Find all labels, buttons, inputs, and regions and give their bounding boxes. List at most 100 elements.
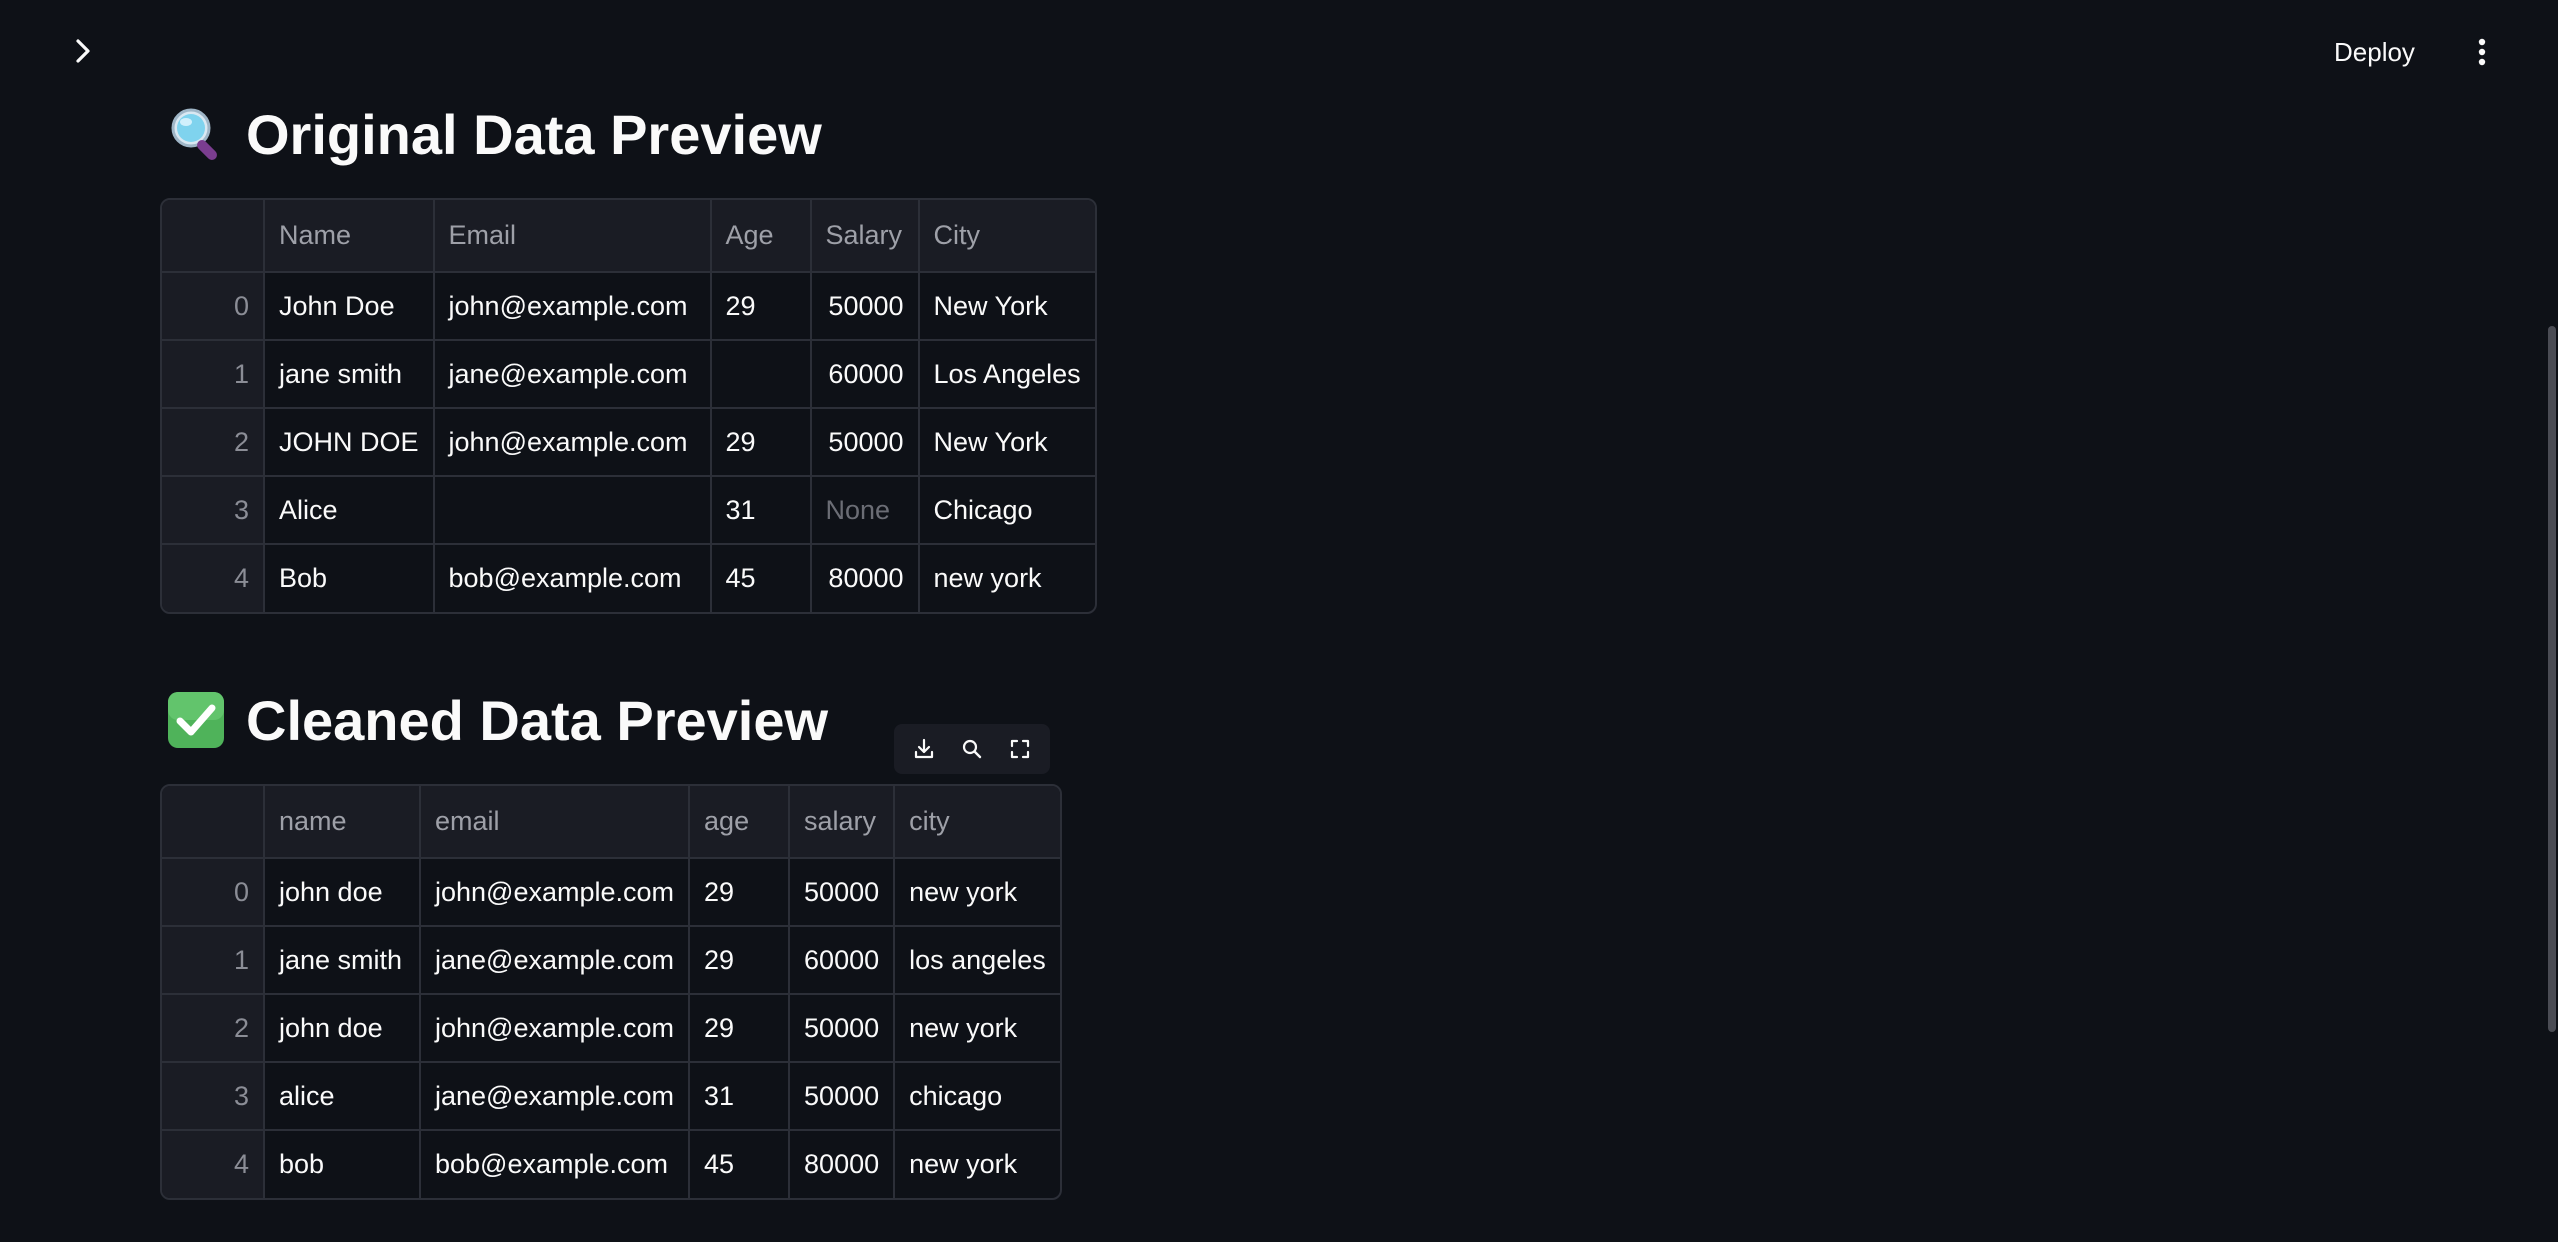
- cleaned-dataframe[interactable]: name email age salary city 0 john doe jo…: [160, 784, 1062, 1200]
- table-row[interactable]: 0 John Doe john@example.com 29 50000 New…: [162, 272, 1095, 341]
- cell-email[interactable]: jane@example.com: [433, 340, 712, 409]
- cell-city[interactable]: new york: [919, 544, 1095, 612]
- cell-city[interactable]: new york: [894, 858, 1060, 927]
- column-header-index[interactable]: [162, 200, 265, 273]
- table-row[interactable]: 4 Bob bob@example.com 45 80000 new york: [162, 544, 1095, 612]
- column-header-salary[interactable]: salary: [789, 786, 896, 859]
- row-index: 2: [162, 994, 265, 1063]
- row-index: 2: [162, 408, 265, 477]
- cell-age[interactable]: 31: [710, 476, 812, 545]
- cell-name[interactable]: alice: [264, 1062, 421, 1131]
- cleaned-table: name email age salary city 0 john doe jo…: [162, 786, 1060, 1198]
- download-icon: [914, 738, 934, 759]
- table-row[interactable]: 3 alice jane@example.com 31 50000 chicag…: [162, 1062, 1060, 1131]
- cell-email[interactable]: john@example.com: [433, 408, 712, 477]
- main-menu-button[interactable]: [2464, 32, 2500, 72]
- cleaned-data-title: Cleaned Data Preview: [246, 688, 829, 752]
- cell-city[interactable]: new york: [894, 994, 1060, 1063]
- table-header-row: name email age salary city: [162, 786, 1060, 859]
- table-row[interactable]: 1 jane smith jane@example.com 29 60000 l…: [162, 926, 1060, 995]
- cell-city[interactable]: Los Angeles: [918, 340, 1095, 409]
- cell-email[interactable]: john@example.com: [420, 858, 691, 927]
- page-scrollbar[interactable]: [2548, 326, 2556, 1032]
- cell-city[interactable]: Chicago: [918, 476, 1095, 545]
- fullscreen-button[interactable]: [1003, 732, 1037, 766]
- row-index: 3: [162, 476, 265, 545]
- cell-salary[interactable]: 80000: [789, 1130, 896, 1198]
- cell-email[interactable]: bob@example.com: [433, 544, 712, 612]
- chevron-right-icon: [76, 39, 90, 63]
- cell-age[interactable]: 29: [710, 408, 812, 477]
- column-header-age[interactable]: age: [689, 786, 791, 859]
- cell-email[interactable]: [433, 476, 712, 545]
- column-header-email[interactable]: Email: [433, 200, 712, 273]
- download-button[interactable]: [907, 732, 941, 766]
- cell-age[interactable]: 29: [689, 858, 791, 927]
- cell-name[interactable]: bob: [264, 1130, 421, 1198]
- cell-name[interactable]: Alice: [264, 476, 435, 545]
- table-row[interactable]: 2 JOHN DOE john@example.com 29 50000 New…: [162, 408, 1095, 477]
- table-row[interactable]: 1 jane smith jane@example.com 60000 Los …: [162, 340, 1095, 409]
- cell-email[interactable]: jane@example.com: [420, 1062, 691, 1131]
- search-button[interactable]: [955, 732, 989, 766]
- cell-city[interactable]: chicago: [894, 1062, 1060, 1131]
- cell-salary[interactable]: 50000: [789, 994, 896, 1063]
- cell-salary[interactable]: 60000: [789, 926, 896, 995]
- cell-email[interactable]: john@example.com: [420, 994, 691, 1063]
- table-row[interactable]: 2 john doe john@example.com 29 50000 new…: [162, 994, 1060, 1063]
- search-icon: [962, 739, 982, 759]
- check-mark-icon: [168, 692, 224, 748]
- cell-salary[interactable]: 60000: [810, 340, 920, 409]
- cell-city[interactable]: New York: [918, 408, 1095, 477]
- cell-name[interactable]: jane smith: [264, 340, 435, 409]
- cell-age[interactable]: 29: [710, 272, 812, 341]
- magnifier-icon: [171, 108, 217, 160]
- column-header-index[interactable]: [162, 786, 265, 859]
- cell-age[interactable]: 31: [689, 1062, 791, 1131]
- row-index: 4: [162, 544, 265, 612]
- column-header-city[interactable]: city: [894, 786, 1060, 859]
- expand-sidebar-button[interactable]: [66, 34, 100, 68]
- original-data-heading: Original Data Preview: [166, 100, 822, 168]
- cleaned-data-heading: Cleaned Data Preview: [166, 686, 828, 754]
- row-index: 1: [162, 926, 265, 995]
- cell-name[interactable]: John Doe: [264, 272, 435, 341]
- cell-salary[interactable]: 50000: [789, 858, 896, 927]
- cell-name[interactable]: john doe: [264, 994, 421, 1063]
- column-header-email[interactable]: email: [420, 786, 691, 859]
- column-header-name[interactable]: Name: [264, 200, 435, 273]
- cell-salary[interactable]: None: [810, 476, 920, 545]
- cell-email[interactable]: bob@example.com: [420, 1130, 691, 1198]
- cell-city[interactable]: New York: [918, 272, 1095, 341]
- column-header-salary[interactable]: Salary: [810, 200, 920, 273]
- row-index: 0: [162, 272, 265, 341]
- cell-city[interactable]: los angeles: [894, 926, 1060, 995]
- cell-age[interactable]: 29: [689, 926, 791, 995]
- cell-name[interactable]: jane smith: [264, 926, 421, 995]
- column-header-age[interactable]: Age: [710, 200, 812, 273]
- original-dataframe[interactable]: Name Email Age Salary City 0 John Doe jo…: [160, 198, 1097, 614]
- cell-salary[interactable]: 50000: [810, 272, 920, 341]
- deploy-button[interactable]: Deploy: [2334, 32, 2415, 72]
- cell-name[interactable]: JOHN DOE: [264, 408, 435, 477]
- column-header-city[interactable]: City: [918, 200, 1095, 273]
- column-header-name[interactable]: name: [264, 786, 421, 859]
- cell-age[interactable]: 45: [710, 544, 812, 612]
- cell-age[interactable]: 45: [689, 1130, 791, 1198]
- row-index: 3: [162, 1062, 265, 1131]
- cell-name[interactable]: john doe: [264, 858, 421, 927]
- table-row[interactable]: 3 Alice 31 None Chicago: [162, 476, 1095, 545]
- cell-age[interactable]: 29: [689, 994, 791, 1063]
- table-row[interactable]: 4 bob bob@example.com 45 80000 new york: [162, 1130, 1060, 1198]
- cell-name[interactable]: Bob: [264, 544, 435, 612]
- cell-salary[interactable]: 80000: [810, 544, 920, 612]
- cell-city[interactable]: new york: [894, 1130, 1060, 1198]
- table-row[interactable]: 0 john doe john@example.com 29 50000 new…: [162, 858, 1060, 927]
- cell-email[interactable]: jane@example.com: [420, 926, 691, 995]
- row-index: 0: [162, 858, 265, 927]
- cell-salary[interactable]: 50000: [810, 408, 920, 477]
- cell-age[interactable]: [710, 340, 812, 409]
- cell-salary[interactable]: 50000: [789, 1062, 896, 1131]
- fullscreen-icon: [1010, 739, 1030, 759]
- cell-email[interactable]: john@example.com: [433, 272, 712, 341]
